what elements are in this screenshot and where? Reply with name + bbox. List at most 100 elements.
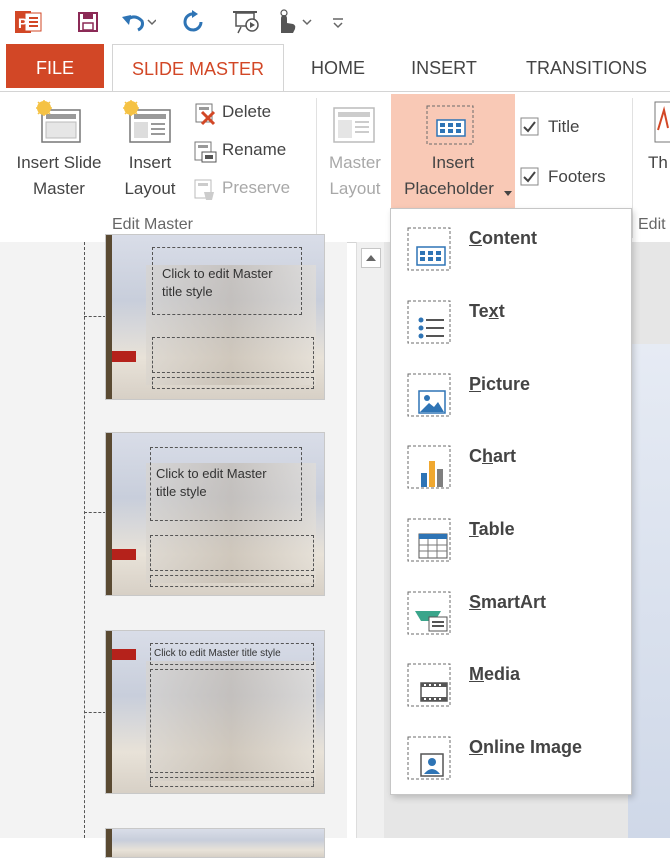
quick-access-toolbar: P [0,0,670,44]
media-icon [407,663,451,707]
text-icon [407,300,451,344]
insert-placeholder-icon [425,104,477,153]
undo-icon[interactable] [118,8,158,36]
insert-slide-master-button[interactable]: Insert Slide Master [4,98,114,210]
menu-item-label: Table [469,519,515,539]
slideshow-icon[interactable] [230,8,264,36]
footer-placeholder [150,777,314,787]
thumbnail-accent-bar [106,235,112,399]
delete-button[interactable]: Delete [190,100,308,128]
chart-icon [407,445,451,489]
checkbox-checked-icon [520,117,539,136]
layout-thumbnail[interactable]: Click to edit Master title style [105,630,325,794]
insert-slide-master-label-1: Insert Slide [16,153,102,172]
menu-item-chart[interactable]: Chart [391,431,631,503]
delete-icon [195,103,216,126]
insert-layout-icon [122,100,174,151]
insert-layout-label-1: Insert [128,153,172,172]
online-image-icon [407,736,451,780]
insert-layout-button[interactable]: Insert Layout [116,98,184,210]
menu-item-picture[interactable]: Picture [391,359,631,431]
tab-insert[interactable]: INSERT [398,44,490,88]
menu-item-text[interactable]: Text [391,286,631,358]
thumbnail-accent-bar [106,433,112,595]
chevron-up-icon [366,255,376,261]
thumbnail-logo [112,549,136,560]
layout-thumbnail[interactable] [105,828,325,858]
menu-item-media[interactable]: Media [391,649,631,721]
thumbnail-title-line-1: Click to edit Master [162,266,273,281]
themes-label-partial: Th [648,153,668,172]
preserve-label: Preserve [222,178,291,197]
delete-label: Delete [222,102,272,121]
hierarchy-branch [84,512,106,513]
smartart-icon [407,591,451,635]
content-icon [407,227,451,271]
master-layout-label-2: Layout [329,179,381,198]
picture-icon [407,373,451,417]
thumbnail-logo [112,351,136,362]
content-placeholder [150,669,314,773]
hierarchy-branch [84,712,106,713]
master-layout-button[interactable]: Master Layout [322,98,388,210]
footer-placeholder [152,377,314,389]
subtitle-placeholder [150,535,314,571]
group-separator [316,98,317,238]
hierarchy-branch [84,316,106,317]
master-layout-label-1: Master [329,153,381,172]
rename-button[interactable]: Rename [190,138,308,166]
themes-icon [654,101,670,143]
menu-item-table[interactable]: Table [391,504,631,576]
menu-item-label: SmartArt [469,592,547,612]
scroll-up-button[interactable] [361,248,381,268]
themes-button[interactable]: Th [640,98,670,210]
rename-icon [194,141,217,163]
menu-item-label: Picture [469,374,531,394]
tab-slide-master[interactable]: SLIDE MASTER [112,44,284,93]
thumbnail-title-line-2: title style [162,284,213,299]
thumbnail-logo [112,649,136,660]
master-layout-icon [332,106,378,151]
title-checkbox[interactable]: Title [518,114,618,142]
thumbnail-accent-bar [106,829,112,857]
menu-item-smartart[interactable]: SmartArt [391,577,631,649]
menu-item-label: Chart [469,446,517,466]
insert-slide-master-icon [36,100,84,151]
tab-file[interactable]: FILE [6,44,104,88]
tab-home[interactable]: HOME [298,44,378,88]
group-label-edit-master: Edit Master [112,216,193,233]
slide-canvas-edge [628,344,670,838]
group-label-edit-partial: Edit [638,216,666,233]
layout-thumbnail[interactable]: Click to edit Master title style [105,432,325,596]
thumbnail-scrollbar[interactable] [356,242,385,838]
preserve-icon [194,179,214,200]
group-separator [632,98,633,238]
title-checkbox-label: Title [548,117,580,136]
footer-placeholder [150,575,314,587]
checkbox-checked-icon [520,167,539,186]
menu-item-content[interactable]: Content [391,213,631,285]
insert-layout-label-2: Layout [124,179,176,198]
insert-placeholder-label-2: Placeholder [404,179,494,198]
redo-icon[interactable] [180,8,208,36]
insert-placeholder-button[interactable]: Insert Placeholder [391,94,515,210]
save-icon[interactable] [74,8,102,36]
thumbnail-title-line-1: Click to edit Master title style [154,648,281,659]
insert-placeholder-menu: Content Text Picture Chart Table SmartAr… [390,208,632,795]
slide-thumbnail-pane: Click to edit Master title style Click t… [0,234,347,858]
hierarchy-connector [84,242,85,838]
layout-thumbnail[interactable]: Click to edit Master title style [105,234,325,400]
menu-item-label: Online Image [469,737,583,757]
preserve-button[interactable]: Preserve [190,176,308,204]
customize-icon[interactable] [328,8,348,36]
rename-label: Rename [222,140,287,159]
insert-placeholder-label-1: Insert [431,153,475,172]
footers-checkbox-label: Footers [548,167,606,186]
menu-item-label: Content [469,228,537,248]
tab-transitions[interactable]: TRANSITIONS [506,44,670,88]
menu-item-label: Text [469,301,505,321]
thumbnail-title-line-2: title style [156,484,207,499]
menu-item-online-image[interactable]: Online Image [391,722,631,794]
touch-mode-icon[interactable] [272,8,314,36]
footers-checkbox[interactable]: Footers [518,164,628,192]
